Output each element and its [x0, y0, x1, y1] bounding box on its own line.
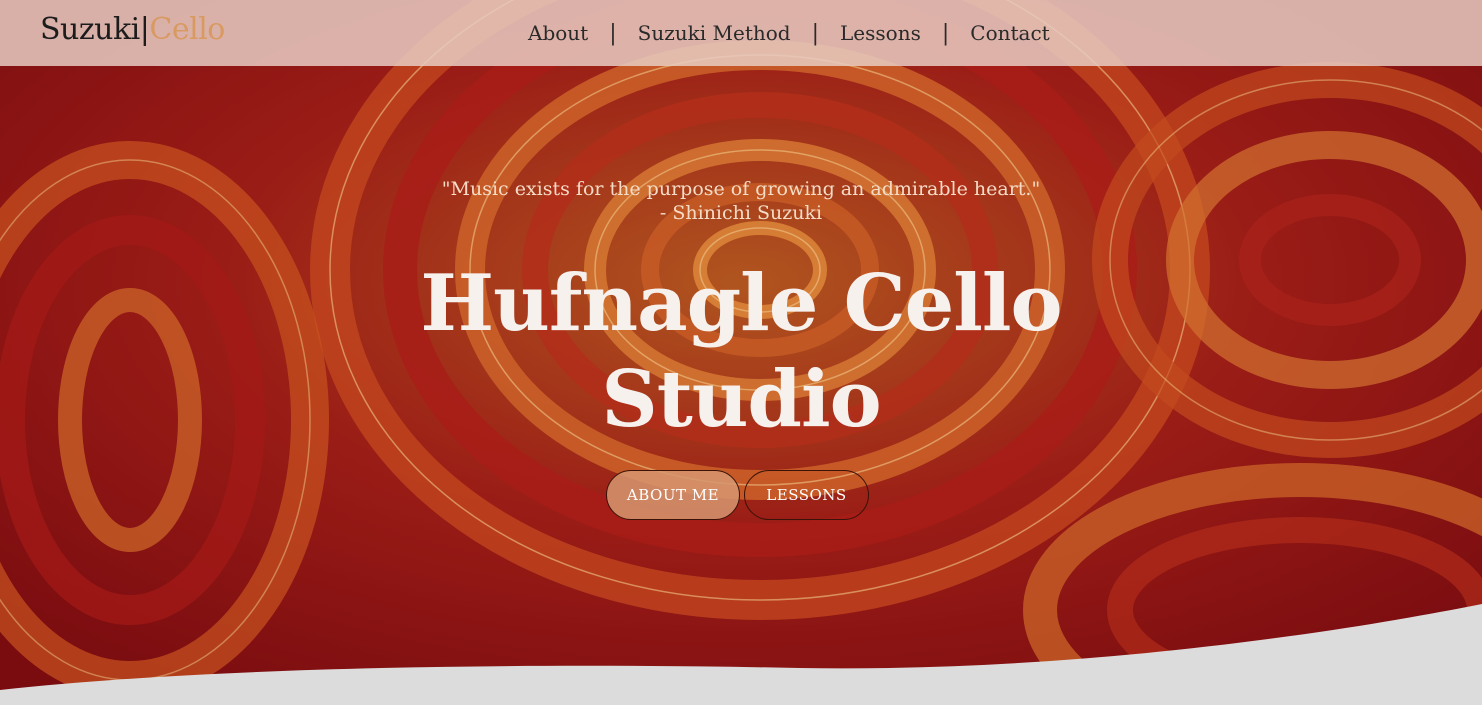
about-me-button[interactable]: ABOUT ME [606, 470, 740, 520]
hero-buttons: ABOUT ME LESSONS [606, 470, 869, 520]
hero-quote: "Music exists for the purpose of growing… [441, 178, 1041, 200]
main-nav: About | Suzuki Method | Lessons | Contac… [507, 0, 1071, 66]
nav-separator: | [941, 20, 950, 46]
brand-part-2: Cello [149, 12, 225, 47]
hero-quote-author: - Shinichi Suzuki [659, 202, 823, 224]
nav-item-about[interactable]: About [507, 0, 609, 66]
nav-item-contact[interactable]: Contact [949, 0, 1070, 66]
hero-title-line-2: Studio [601, 354, 881, 445]
navbar: Suzuki|Cello About | Suzuki Method | Les… [0, 0, 1482, 66]
brand-logo[interactable]: Suzuki|Cello [40, 10, 225, 50]
hero-title-line-1: Hufnagle Cello [420, 258, 1062, 349]
hero-title: Hufnagle Cello Studio [0, 256, 1482, 448]
lessons-button[interactable]: LESSONS [744, 470, 869, 520]
brand-part-1: Suzuki [40, 12, 140, 47]
nav-separator: | [811, 20, 820, 46]
nav-separator: | [609, 20, 617, 46]
nav-item-lessons[interactable]: Lessons [819, 0, 942, 66]
nav-item-suzuki-method[interactable]: Suzuki Method [617, 0, 812, 66]
brand-separator: | [139, 12, 150, 47]
